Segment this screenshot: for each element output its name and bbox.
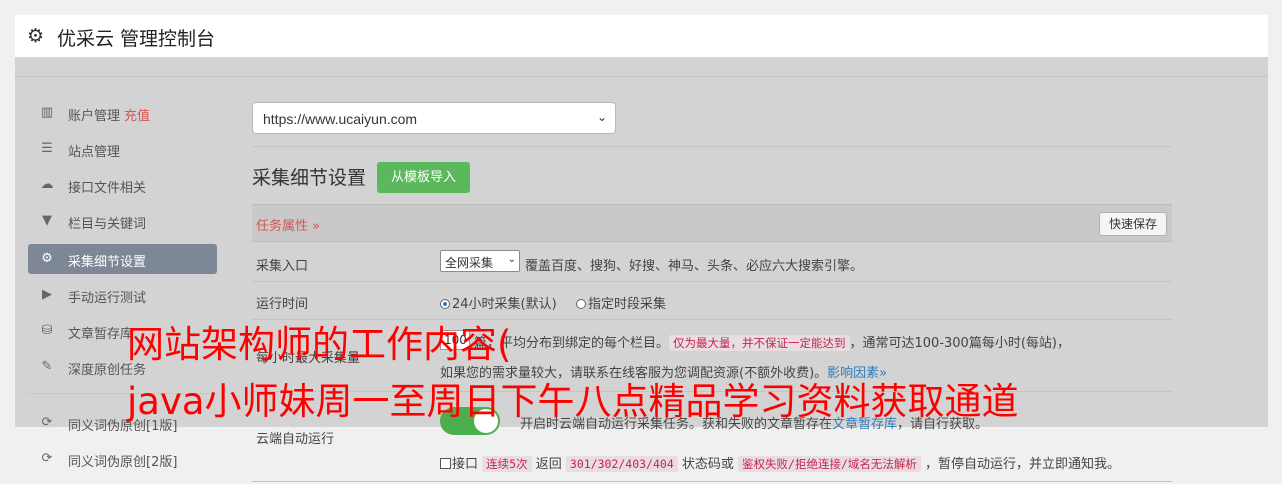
sidebar-item-account[interactable]: ▥ 账户管理 充值 xyxy=(28,98,217,128)
divider xyxy=(15,76,1268,77)
sidebar-item-interface-files[interactable]: ☁ 接口文件相关 xyxy=(28,170,217,200)
sidebar-item-label: 文章暂存库 xyxy=(68,327,134,342)
chevron-down-icon: ⌄ xyxy=(507,254,516,265)
overlay-text-line1: 网站架构师的工作内容( xyxy=(127,323,512,366)
section-title: 采集细节设置 xyxy=(252,167,367,189)
filter-icon: ▼ xyxy=(42,213,52,228)
sidebar-item-label: 手动运行测试 xyxy=(68,291,147,306)
runtime-option-scheduled[interactable]: 指定时段采集 xyxy=(576,293,666,312)
play-circle-icon: ▶ xyxy=(42,287,52,302)
sidebar-item-label: 站点管理 xyxy=(68,145,121,160)
server-icon: ☰ xyxy=(41,141,53,156)
cloud-auto-run-label: 云端自动运行 xyxy=(256,432,335,447)
cloud-upload-icon: ☁ xyxy=(40,177,54,192)
sidebar-item-label: 账户管理 xyxy=(68,109,121,124)
radio-checked[interactable] xyxy=(440,299,450,309)
sidebar-item-label: 同义词伪原创[2版] xyxy=(68,455,178,470)
recharge-link[interactable]: 充值 xyxy=(124,109,150,124)
refresh-icon: ⟳ xyxy=(41,451,53,466)
divider xyxy=(252,146,1172,147)
entry-label: 采集入口 xyxy=(256,259,309,274)
sidebar-item-sites[interactable]: ☰ 站点管理 xyxy=(28,134,217,164)
sidebar-item-label: 采集细节设置 xyxy=(68,255,147,270)
refresh-icon: ⟳ xyxy=(41,415,53,430)
bar-chart-icon: ▥ xyxy=(40,105,54,120)
divider xyxy=(252,281,1172,282)
cloud-pause-option[interactable]: 接口 连续5次 返回 301/302/403/404 状态码或 鉴权失败/拒绝连… xyxy=(440,453,1120,472)
task-properties-toggle[interactable]: 任务属性 » xyxy=(256,215,320,234)
chevron-down-icon: ⌄ xyxy=(596,110,607,124)
radio-unchecked[interactable] xyxy=(576,299,586,309)
task-properties-bar: 任务属性 » 快速保存 xyxy=(252,204,1172,242)
database-icon: ⛁ xyxy=(41,323,53,338)
influence-factors-link[interactable]: 影响因素» xyxy=(827,366,887,381)
overlay-text-line2: java小师妹周一至周日下午八点精品学习资料获取通道 xyxy=(127,380,1019,423)
app-title: 优采云 管理控制台 xyxy=(57,28,216,50)
runtime-option-24h[interactable]: 24小时采集(默认) xyxy=(440,293,557,312)
sidebar-item-synonym-v2[interactable]: ⟳ 同义词伪原创[2版] xyxy=(28,444,217,474)
entry-description: 覆盖百度、搜狗、好搜、神马、头条、必应六大搜索引擎。 xyxy=(525,259,864,274)
sidebar-item-label: 栏目与关键词 xyxy=(68,217,147,232)
runtime-label: 运行时间 xyxy=(256,297,309,312)
app-header: ⚙ 优采云 管理控制台 xyxy=(15,15,1268,57)
quick-save-button[interactable]: 快速保存 xyxy=(1099,212,1167,236)
sidebar-item-collect-settings[interactable]: ⚙ 采集细节设置 xyxy=(28,244,217,274)
checkbox[interactable] xyxy=(440,458,451,469)
site-select-value: https://www.ucaiyun.com xyxy=(263,111,418,127)
gears-icon: ⚙ xyxy=(41,251,53,266)
divider xyxy=(252,319,1172,320)
sidebar-item-label: 接口文件相关 xyxy=(68,181,147,196)
entry-select[interactable]: 全网采集 ⌄ xyxy=(440,250,520,272)
sidebar-item-columns-keywords[interactable]: ▼ 栏目与关键词 xyxy=(28,206,217,236)
import-template-button[interactable]: 从模板导入 xyxy=(377,162,470,193)
sidebar-item-manual-run[interactable]: ▶ 手动运行测试 xyxy=(28,280,217,310)
divider xyxy=(252,481,1172,482)
edit-icon: ✎ xyxy=(41,359,53,374)
gear-icon[interactable]: ⚙ xyxy=(27,25,44,47)
entry-select-value: 全网采集 xyxy=(445,256,494,270)
site-select[interactable]: https://www.ucaiyun.com ⌄ xyxy=(252,102,616,134)
